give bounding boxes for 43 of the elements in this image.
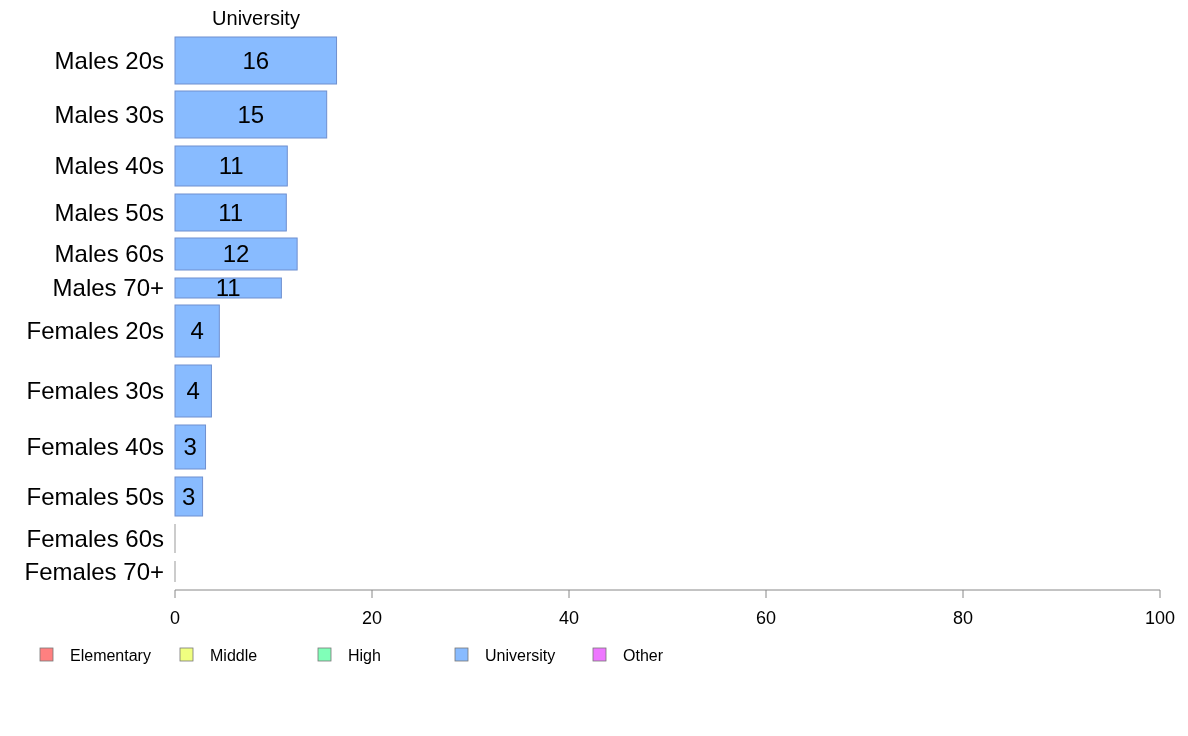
category-label: Females 30s [26,377,164,404]
legend-swatch [179,647,194,662]
value-label: 12 [222,240,250,267]
value-label: 15 [237,100,265,128]
category-label: Females 70+ [24,557,164,585]
category-label: Females 40s [26,433,164,460]
value-label: 11 [218,198,244,226]
category-label: Males 40s [54,152,164,179]
legend-label: High [348,647,381,664]
value-label: 16 [242,46,270,74]
category-label: Males 20s [54,46,164,74]
category-label: Males 60s [54,240,164,267]
category-label: Females 60s [26,524,164,552]
category-label: Males 50s [54,198,164,226]
legend-label: University [485,647,556,664]
value-label: 11 [218,152,244,179]
bar [174,424,207,470]
chart-title: University [212,7,300,29]
tick-label: 80 [953,608,973,628]
tick-label: 20 [362,608,382,628]
category-label: Males 70+ [52,274,164,301]
legend-swatch [592,647,607,662]
category-label: Females 20s [26,317,164,344]
category-label: Males 30s [54,100,164,128]
legend-label: Other [623,647,663,664]
bar [174,476,204,517]
legend-label: Elementary [70,647,151,664]
bar [174,364,212,418]
value-label: 11 [215,274,241,301]
legend-swatch [454,647,469,662]
tick-label: 100 [1145,608,1175,628]
tick-label: 40 [559,608,579,628]
value-label: 3 [183,433,197,460]
category-label: Females 50s [26,482,164,510]
value-label: 4 [186,377,200,404]
value-label: 4 [190,317,204,344]
value-label: 3 [182,482,196,510]
legend-swatch [317,647,332,662]
legend-swatch [39,647,54,662]
bar [174,304,220,358]
tick-label: 60 [756,608,776,628]
legend-label: Middle [210,647,258,664]
tick-label: 0 [170,608,180,628]
